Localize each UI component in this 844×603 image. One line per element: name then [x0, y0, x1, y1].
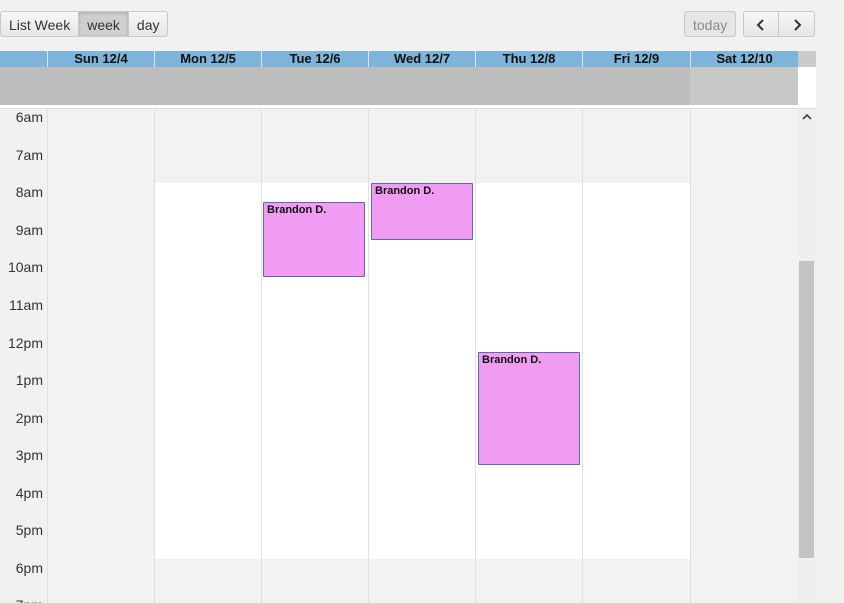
- week-view-button[interactable]: week: [79, 11, 129, 37]
- scrollbar-thumb[interactable]: [799, 261, 814, 558]
- page-margin: [816, 0, 844, 603]
- all-day-row[interactable]: [0, 67, 798, 105]
- day-header: Wed 12/7: [368, 51, 475, 67]
- business-hours: [583, 183, 690, 559]
- calendar-event[interactable]: Brandon D.: [478, 352, 580, 465]
- day-header: Sun 12/4: [47, 51, 154, 67]
- chevron-right-icon: [791, 16, 803, 33]
- time-label: 1pm: [15, 372, 43, 388]
- day-view-button[interactable]: day: [128, 11, 169, 37]
- day-column-tue[interactable]: [261, 109, 368, 603]
- next-button[interactable]: [779, 11, 815, 37]
- time-label: 8am: [15, 184, 43, 200]
- today-group: today: [684, 11, 737, 37]
- time-grid[interactable]: 6am 7am 8am 9am 10am 11am 12pm 1pm 2pm 3…: [0, 109, 798, 603]
- day-header: Thu 12/8: [475, 51, 582, 67]
- view-switcher: List Week week day: [0, 11, 169, 37]
- chevron-up-icon: [802, 109, 812, 126]
- day-column-fri[interactable]: [582, 109, 690, 603]
- day-column-sun[interactable]: [47, 109, 154, 603]
- day-header: Tue 12/6: [261, 51, 368, 67]
- event-title: Brandon D.: [267, 204, 327, 216]
- vertical-scrollbar[interactable]: [798, 109, 816, 603]
- time-label: 12pm: [7, 335, 43, 351]
- calendar-event[interactable]: Brandon D.: [371, 183, 473, 240]
- day-column-sat[interactable]: [690, 109, 798, 603]
- time-label: 7am: [15, 147, 43, 163]
- header-scroll-spacer: [798, 51, 816, 67]
- day-header: Sat 12/10: [690, 51, 798, 67]
- time-label: 2pm: [15, 410, 43, 426]
- day-header-row: Sun 12/4 Mon 12/5 Tue 12/6 Wed 12/7 Thu …: [0, 51, 798, 67]
- all-day-sat-cell[interactable]: [690, 67, 798, 105]
- time-label: 7pm: [0, 597, 43, 603]
- axis-header: [0, 51, 47, 67]
- time-label: 3pm: [15, 447, 43, 463]
- event-title: Brandon D.: [482, 354, 542, 366]
- all-day-spacer: [798, 67, 816, 105]
- list-week-button[interactable]: List Week: [0, 11, 80, 37]
- time-label: 10am: [7, 259, 43, 275]
- day-column-mon[interactable]: [154, 109, 261, 603]
- calendar-event[interactable]: Brandon D.: [263, 202, 365, 277]
- day-header: Mon 12/5: [154, 51, 261, 67]
- prev-button[interactable]: [743, 11, 779, 37]
- today-button[interactable]: today: [684, 11, 737, 37]
- business-hours: [155, 183, 261, 559]
- scroll-up-button[interactable]: [798, 109, 816, 127]
- time-label: 6pm: [15, 560, 43, 576]
- time-label: 6am: [15, 109, 43, 125]
- time-label: 4pm: [15, 485, 43, 501]
- calendar-toolbar: List Week week day today: [0, 0, 844, 48]
- day-header: Fri 12/9: [582, 51, 690, 67]
- nav-arrows: [743, 11, 815, 37]
- time-label: 9am: [15, 222, 43, 238]
- time-label: 5pm: [15, 522, 43, 538]
- chevron-left-icon: [755, 16, 767, 33]
- event-title: Brandon D.: [375, 185, 435, 197]
- time-label: 11am: [9, 297, 43, 313]
